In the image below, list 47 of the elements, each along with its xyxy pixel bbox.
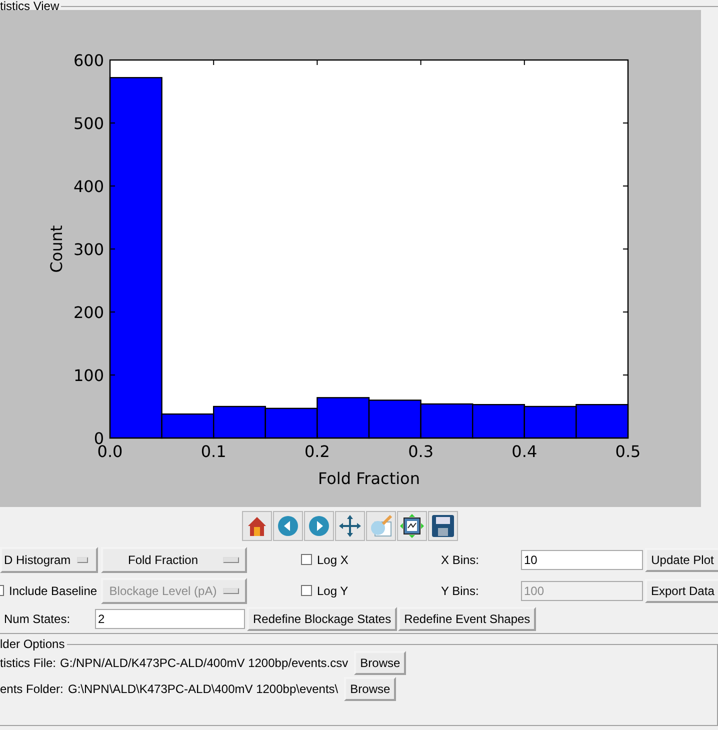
update-plot-button[interactable]: Update Plot [645,548,718,572]
field-label: Y Bins: [440,584,480,598]
edit-icon [369,514,393,538]
y-tick-label: 100 [73,366,104,385]
x-tick-label: 0.2 [304,442,330,461]
x-tick-label: 0.4 [512,442,538,461]
checkbox-label: Log Y [317,584,348,598]
path-text: G:\NPN\ALD\K473PC-ALD\400mV 1200bp\events\ [67,682,340,696]
plot-type-dropdown[interactable]: D Histogram [0,546,98,572]
checkbox[interactable] [301,554,312,565]
home-tool-button[interactable] [242,511,272,541]
path-text: G:/NPN/ALD/K473PC-ALD/400mV 1200bp/events.csv [59,656,350,670]
forward-tool-button[interactable] [304,511,334,541]
y-tick-label: 400 [73,177,104,196]
checkbox[interactable] [0,585,4,596]
field-label: Num States: [3,612,72,626]
group-title: lder Options [0,638,66,650]
field-label: X Bins: [440,552,480,566]
field-label: tistics File: [0,656,58,670]
y-axis-label: Count [47,225,66,273]
browse-button[interactable]: Browse [354,651,406,675]
y-tick-label: 300 [73,240,104,259]
x-parameter-dropdown[interactable]: Fold Fraction [101,546,247,572]
num-states-field[interactable]: 2 [95,609,245,629]
group-title: tistics View [0,0,60,12]
save-tool-button[interactable] [428,511,458,541]
checkbox[interactable] [301,585,312,596]
x-tick-label: 0.1 [200,442,226,461]
y-tick-label: 500 [73,114,104,133]
y-tick-label: 200 [73,303,104,322]
redefine-blockage-states-button[interactable]: Redefine Blockage States [247,607,398,631]
x-tick-label: 0.5 [615,442,641,461]
y-tick-label: 600 [73,51,104,70]
redefine-event-shapes-button[interactable]: Redefine Event Shapes [398,607,536,631]
zoom-fit-icon [400,514,424,538]
pan-tool-button[interactable] [335,511,365,541]
x-tick-label: 0.3 [408,442,434,461]
back-tool-button[interactable] [273,511,303,541]
x-bins-field[interactable]: 10 [521,550,643,570]
checkbox-label: Log X [317,552,348,566]
checkbox-label: Include Baseline [9,584,98,598]
export-data-button[interactable]: Export Data [645,578,718,602]
browse-button[interactable]: Browse [344,677,396,701]
field-label: ents Folder: [0,682,64,696]
x-axis-label: Fold Fraction [318,469,420,488]
move-icon [338,514,362,538]
fit-tool-button[interactable] [397,511,427,541]
